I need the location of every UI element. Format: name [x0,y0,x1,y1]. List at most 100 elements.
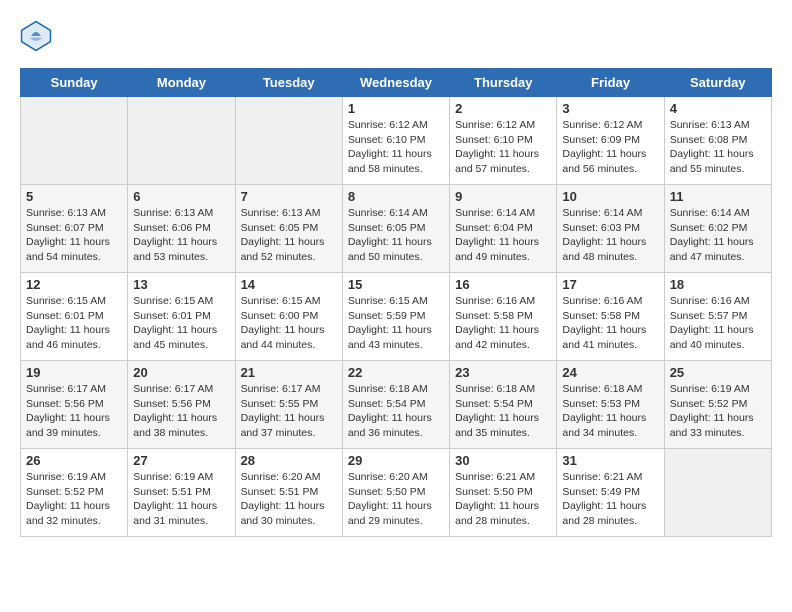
calendar-cell: 16 Sunrise: 6:16 AM Sunset: 5:58 PM Dayli… [450,273,557,361]
calendar-cell: 8 Sunrise: 6:14 AM Sunset: 6:05 PM Daylig… [342,185,449,273]
calendar-cell: 15 Sunrise: 6:15 AM Sunset: 5:59 PM Dayli… [342,273,449,361]
calendar-cell: 29 Sunrise: 6:20 AM Sunset: 5:50 PM Dayli… [342,449,449,537]
day-info: Sunrise: 6:20 AM Sunset: 5:50 PM Dayligh… [348,470,444,529]
calendar-week-row: 19 Sunrise: 6:17 AM Sunset: 5:56 PM Dayli… [21,361,772,449]
day-number: 20 [133,365,229,380]
calendar-cell: 25 Sunrise: 6:19 AM Sunset: 5:52 PM Dayli… [664,361,771,449]
day-info: Sunrise: 6:14 AM Sunset: 6:05 PM Dayligh… [348,206,444,265]
day-number: 26 [26,453,122,468]
day-info: Sunrise: 6:12 AM Sunset: 6:10 PM Dayligh… [455,118,551,177]
calendar-week-row: 12 Sunrise: 6:15 AM Sunset: 6:01 PM Dayli… [21,273,772,361]
day-number: 15 [348,277,444,292]
calendar-cell: 23 Sunrise: 6:18 AM Sunset: 5:54 PM Dayli… [450,361,557,449]
day-info: Sunrise: 6:18 AM Sunset: 5:54 PM Dayligh… [348,382,444,441]
calendar-cell: 27 Sunrise: 6:19 AM Sunset: 5:51 PM Dayli… [128,449,235,537]
calendar-cell [21,97,128,185]
weekday-header-row: SundayMondayTuesdayWednesdayThursdayFrid… [21,69,772,97]
day-info: Sunrise: 6:19 AM Sunset: 5:52 PM Dayligh… [26,470,122,529]
calendar-cell: 2 Sunrise: 6:12 AM Sunset: 6:10 PM Daylig… [450,97,557,185]
day-number: 12 [26,277,122,292]
logo-icon [20,20,52,52]
calendar-cell: 28 Sunrise: 6:20 AM Sunset: 5:51 PM Dayli… [235,449,342,537]
calendar-cell: 18Sunrise: 6:16 AM Sunset: 5:57 PM Dayli… [664,273,771,361]
calendar-cell: 5 Sunrise: 6:13 AM Sunset: 6:07 PM Daylig… [21,185,128,273]
calendar-cell: 7 Sunrise: 6:13 AM Sunset: 6:05 PM Daylig… [235,185,342,273]
weekday-header-saturday: Saturday [664,69,771,97]
day-number: 5 [26,189,122,204]
day-info: Sunrise: 6:20 AM Sunset: 5:51 PM Dayligh… [241,470,337,529]
weekday-header-thursday: Thursday [450,69,557,97]
day-info: Sunrise: 6:21 AM Sunset: 5:49 PM Dayligh… [562,470,658,529]
weekday-header-tuesday: Tuesday [235,69,342,97]
weekday-header-monday: Monday [128,69,235,97]
day-info: Sunrise: 6:17 AM Sunset: 5:55 PM Dayligh… [241,382,337,441]
weekday-header-wednesday: Wednesday [342,69,449,97]
weekday-header-friday: Friday [557,69,664,97]
calendar-cell [235,97,342,185]
day-number: 28 [241,453,337,468]
calendar-cell: 13 Sunrise: 6:15 AM Sunset: 6:01 PM Dayli… [128,273,235,361]
weekday-header-sunday: Sunday [21,69,128,97]
day-info: Sunrise: 6:16 AM Sunset: 5:58 PM Dayligh… [455,294,551,353]
day-info: Sunrise: 6:13 AM Sunset: 6:06 PM Dayligh… [133,206,229,265]
calendar-cell: 20 Sunrise: 6:17 AM Sunset: 5:56 PM Dayli… [128,361,235,449]
day-number: 9 [455,189,551,204]
day-number: 2 [455,101,551,116]
calendar-table: SundayMondayTuesdayWednesdayThursdayFrid… [20,68,772,537]
day-number: 6 [133,189,229,204]
day-info: Sunrise: 6:18 AM Sunset: 5:53 PM Dayligh… [562,382,658,441]
calendar-week-row: 1Sunrise: 6:12 AM Sunset: 6:10 PM Daylig… [21,97,772,185]
day-info: Sunrise: 6:13 AM Sunset: 6:05 PM Dayligh… [241,206,337,265]
day-number: 3 [562,101,658,116]
day-info: Sunrise: 6:12 AM Sunset: 6:09 PM Dayligh… [562,118,658,177]
day-number: 25 [670,365,766,380]
day-number: 8 [348,189,444,204]
day-number: 18 [670,277,766,292]
day-number: 31 [562,453,658,468]
calendar-cell: 30Sunrise: 6:21 AM Sunset: 5:50 PM Dayli… [450,449,557,537]
day-number: 14 [241,277,337,292]
calendar-cell: 10 Sunrise: 6:14 AM Sunset: 6:03 PM Dayli… [557,185,664,273]
day-info: Sunrise: 6:17 AM Sunset: 5:56 PM Dayligh… [133,382,229,441]
day-number: 7 [241,189,337,204]
day-info: Sunrise: 6:19 AM Sunset: 5:51 PM Dayligh… [133,470,229,529]
day-number: 11 [670,189,766,204]
page-header [20,20,772,52]
logo [20,20,56,52]
day-number: 10 [562,189,658,204]
day-info: Sunrise: 6:15 AM Sunset: 6:01 PM Dayligh… [133,294,229,353]
calendar-cell: 11Sunrise: 6:14 AM Sunset: 6:02 PM Dayli… [664,185,771,273]
day-number: 16 [455,277,551,292]
calendar-week-row: 26 Sunrise: 6:19 AM Sunset: 5:52 PM Dayli… [21,449,772,537]
day-number: 13 [133,277,229,292]
calendar-cell: 19 Sunrise: 6:17 AM Sunset: 5:56 PM Dayli… [21,361,128,449]
day-info: Sunrise: 6:17 AM Sunset: 5:56 PM Dayligh… [26,382,122,441]
calendar-cell: 14 Sunrise: 6:15 AM Sunset: 6:00 PM Dayli… [235,273,342,361]
day-number: 4 [670,101,766,116]
calendar-cell: 4Sunrise: 6:13 AM Sunset: 6:08 PM Daylig… [664,97,771,185]
day-info: Sunrise: 6:14 AM Sunset: 6:03 PM Dayligh… [562,206,658,265]
day-info: Sunrise: 6:15 AM Sunset: 6:00 PM Dayligh… [241,294,337,353]
day-number: 19 [26,365,122,380]
calendar-cell: 1Sunrise: 6:12 AM Sunset: 6:10 PM Daylig… [342,97,449,185]
day-info: Sunrise: 6:12 AM Sunset: 6:10 PM Dayligh… [348,118,444,177]
day-info: Sunrise: 6:13 AM Sunset: 6:07 PM Dayligh… [26,206,122,265]
calendar-week-row: 5 Sunrise: 6:13 AM Sunset: 6:07 PM Daylig… [21,185,772,273]
day-number: 21 [241,365,337,380]
calendar-cell: 9Sunrise: 6:14 AM Sunset: 6:04 PM Daylig… [450,185,557,273]
day-number: 29 [348,453,444,468]
calendar-cell: 6 Sunrise: 6:13 AM Sunset: 6:06 PM Daylig… [128,185,235,273]
day-number: 23 [455,365,551,380]
day-number: 27 [133,453,229,468]
calendar-cell: 17Sunrise: 6:16 AM Sunset: 5:58 PM Dayli… [557,273,664,361]
calendar-cell: 21 Sunrise: 6:17 AM Sunset: 5:55 PM Dayli… [235,361,342,449]
day-info: Sunrise: 6:18 AM Sunset: 5:54 PM Dayligh… [455,382,551,441]
day-info: Sunrise: 6:15 AM Sunset: 6:01 PM Dayligh… [26,294,122,353]
day-info: Sunrise: 6:19 AM Sunset: 5:52 PM Dayligh… [670,382,766,441]
calendar-cell: 31 Sunrise: 6:21 AM Sunset: 5:49 PM Dayli… [557,449,664,537]
day-info: Sunrise: 6:16 AM Sunset: 5:58 PM Dayligh… [562,294,658,353]
day-number: 24 [562,365,658,380]
day-info: Sunrise: 6:21 AM Sunset: 5:50 PM Dayligh… [455,470,551,529]
calendar-cell: 26 Sunrise: 6:19 AM Sunset: 5:52 PM Dayli… [21,449,128,537]
day-info: Sunrise: 6:15 AM Sunset: 5:59 PM Dayligh… [348,294,444,353]
